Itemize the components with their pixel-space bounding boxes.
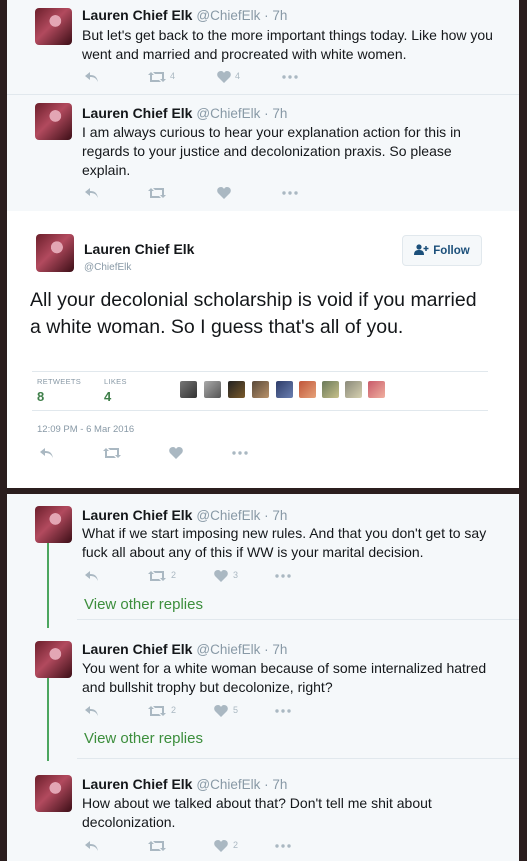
main-tweet-header: Lauren Chief Elk bbox=[84, 241, 194, 257]
author-name[interactable]: Lauren Chief Elk bbox=[82, 105, 192, 121]
tweet-card[interactable]: Lauren Chief Elk @ChiefElk · 7h But let'… bbox=[7, 0, 519, 94]
liker-avatar[interactable] bbox=[368, 381, 385, 398]
avatar[interactable] bbox=[35, 8, 72, 45]
author-handle[interactable]: @ChiefElk · 7h bbox=[196, 777, 287, 792]
retweet-count: 2 bbox=[171, 570, 177, 580]
author-handle[interactable]: @ChiefElk · 7h bbox=[196, 8, 287, 23]
likes-count[interactable]: 4 bbox=[104, 389, 111, 404]
tweet-text: I am always curious to hear your explana… bbox=[82, 124, 461, 178]
author-handle[interactable]: @ChiefElk · 7h bbox=[196, 106, 287, 121]
like-icon[interactable] bbox=[214, 840, 228, 852]
divider bbox=[77, 758, 519, 759]
main-tweet-text: All your decolonial scholarship is void … bbox=[30, 289, 477, 338]
retweet-icon[interactable] bbox=[148, 705, 166, 717]
like-count: 4 bbox=[235, 71, 241, 81]
more-icon[interactable] bbox=[282, 191, 298, 195]
reply-icon[interactable] bbox=[85, 71, 99, 83]
follow-person-icon bbox=[414, 243, 429, 258]
view-other-replies-link[interactable]: View other replies bbox=[84, 730, 203, 747]
author-handle[interactable]: @ChiefElk bbox=[84, 262, 131, 273]
author-handle[interactable]: @ChiefElk · 7h bbox=[196, 508, 287, 523]
like-icon[interactable] bbox=[217, 71, 231, 83]
retweet-icon[interactable] bbox=[148, 840, 166, 852]
avatar[interactable] bbox=[35, 641, 72, 678]
retweet-icon[interactable] bbox=[148, 71, 166, 83]
like-icon[interactable] bbox=[214, 705, 228, 717]
retweet-icon[interactable] bbox=[148, 570, 166, 582]
tweet-header: Lauren Chief Elk @ChiefElk · 7h bbox=[82, 507, 287, 523]
liker-avatar[interactable] bbox=[252, 381, 269, 398]
reply-icon[interactable] bbox=[85, 840, 99, 852]
author-name[interactable]: Lauren Chief Elk bbox=[82, 776, 192, 792]
like-count: 3 bbox=[233, 570, 239, 580]
avatar[interactable] bbox=[35, 103, 72, 140]
liker-avatar[interactable] bbox=[322, 381, 339, 398]
liker-avatar[interactable] bbox=[299, 381, 316, 398]
divider bbox=[77, 619, 519, 620]
tweet-header: Lauren Chief Elk @ChiefElk · 7h bbox=[82, 641, 287, 657]
author-name[interactable]: Lauren Chief Elk bbox=[82, 7, 192, 23]
divider bbox=[32, 371, 488, 372]
thread-line bbox=[47, 532, 49, 628]
like-icon[interactable] bbox=[169, 447, 183, 459]
likes-label: LIKES bbox=[104, 377, 127, 386]
liker-avatar[interactable] bbox=[204, 381, 221, 398]
reply-icon[interactable] bbox=[85, 570, 99, 582]
like-icon[interactable] bbox=[217, 187, 231, 199]
retweet-count: 2 bbox=[171, 705, 177, 715]
timestamp[interactable]: 12:09 PM - 6 Mar 2016 bbox=[37, 424, 134, 435]
tweet-text: You went for a white woman because of so… bbox=[82, 660, 487, 695]
thread-line bbox=[47, 670, 49, 761]
tweet-card[interactable]: Lauren Chief Elk @ChiefElk · 7h I am alw… bbox=[7, 95, 519, 211]
tweet-header: Lauren Chief Elk @ChiefElk · 7h bbox=[82, 7, 287, 23]
liker-avatar[interactable] bbox=[276, 381, 293, 398]
retweets-count[interactable]: 8 bbox=[37, 389, 44, 404]
follow-button[interactable]: Follow bbox=[402, 235, 482, 266]
author-name[interactable]: Lauren Chief Elk bbox=[84, 241, 194, 257]
avatar[interactable] bbox=[35, 506, 72, 543]
view-other-replies-link[interactable]: View other replies bbox=[84, 596, 203, 613]
author-handle[interactable]: @ChiefElk · 7h bbox=[196, 642, 287, 657]
liker-avatar[interactable] bbox=[228, 381, 245, 398]
like-count: 5 bbox=[233, 705, 239, 715]
author-name[interactable]: Lauren Chief Elk bbox=[82, 507, 192, 523]
retweet-icon[interactable] bbox=[148, 187, 166, 199]
like-count: 2 bbox=[233, 840, 239, 850]
tweet-page: { "tweets_top": [ { "name": "Lauren Chie… bbox=[0, 0, 527, 861]
reply-icon[interactable] bbox=[85, 187, 99, 199]
reply-icon[interactable] bbox=[85, 705, 99, 717]
retweet-count: 4 bbox=[170, 71, 176, 81]
more-icon[interactable] bbox=[232, 451, 248, 455]
follow-label: Follow bbox=[433, 244, 470, 257]
tweet-header: Lauren Chief Elk @ChiefElk · 7h bbox=[82, 776, 287, 792]
tweet-text: What if we start imposing new rules. And… bbox=[82, 525, 487, 560]
avatar[interactable] bbox=[35, 775, 72, 812]
reply-icon[interactable] bbox=[40, 447, 54, 459]
divider bbox=[32, 410, 488, 411]
like-icon[interactable] bbox=[214, 570, 228, 582]
tweet-text: But let's get back to the more important… bbox=[82, 27, 493, 62]
main-tweet-handle-row: @ChiefElk bbox=[84, 257, 131, 273]
more-icon[interactable] bbox=[282, 75, 298, 79]
liker-avatar[interactable] bbox=[180, 381, 197, 398]
more-icon[interactable] bbox=[275, 709, 291, 713]
retweets-label: RETWEETS bbox=[37, 377, 82, 386]
liker-avatar[interactable] bbox=[345, 381, 362, 398]
author-name[interactable]: Lauren Chief Elk bbox=[82, 641, 192, 657]
tweet-text: How about we talked about that? Don't te… bbox=[82, 795, 432, 830]
more-icon[interactable] bbox=[275, 844, 291, 848]
more-icon[interactable] bbox=[275, 574, 291, 578]
tweet-header: Lauren Chief Elk @ChiefElk · 7h bbox=[82, 105, 287, 121]
avatar[interactable] bbox=[36, 234, 74, 272]
retweet-icon[interactable] bbox=[103, 447, 121, 459]
